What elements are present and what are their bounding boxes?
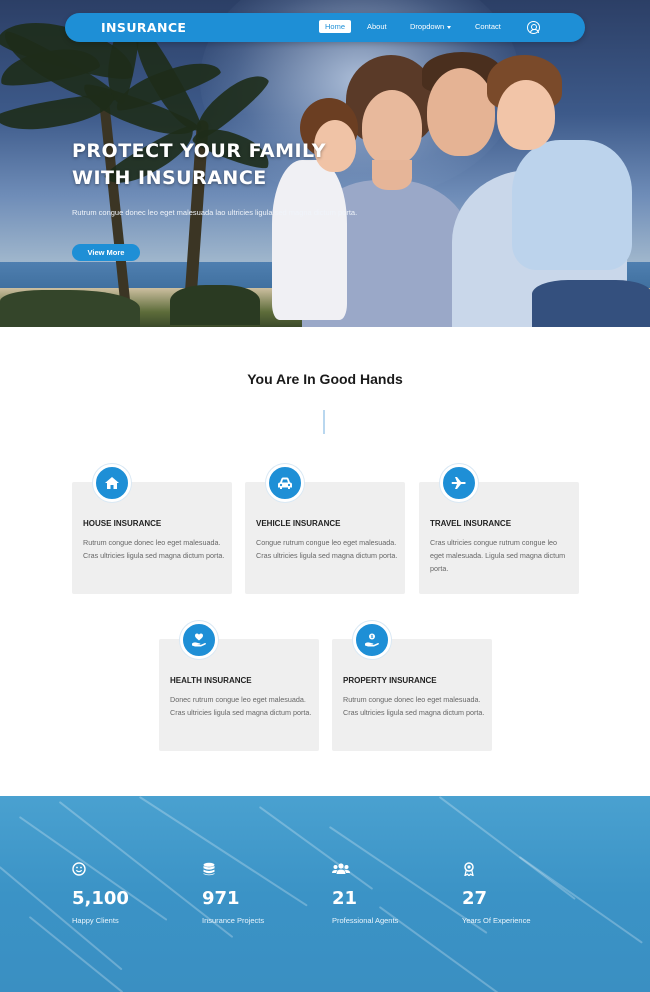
stat-label: Professional Agents bbox=[332, 916, 399, 925]
money-hand-icon: $ bbox=[353, 621, 391, 659]
hero-title: PROTECT YOUR FAMILY WITH INSURANCE bbox=[72, 138, 372, 192]
user-circle-icon[interactable] bbox=[527, 21, 540, 34]
stat-number: 5,100 bbox=[72, 888, 129, 909]
view-more-button[interactable]: View More bbox=[72, 244, 140, 261]
card-title: PROPERTY INSURANCE bbox=[343, 676, 437, 685]
hero-title-line1: PROTECT YOUR FAMILY bbox=[72, 140, 326, 162]
nav-about[interactable]: About bbox=[367, 22, 387, 31]
navbar: INSURANCE Home About Dropdown Contact bbox=[65, 13, 585, 42]
award-icon bbox=[464, 862, 474, 876]
car-icon bbox=[266, 464, 304, 502]
smile-icon bbox=[72, 862, 86, 876]
card-text: Rutrum congue donec leo eget malesuada. … bbox=[343, 695, 485, 717]
hero-banner: PROTECT YOUR FAMILY WITH INSURANCE Rutru… bbox=[0, 0, 650, 327]
card-title: VEHICLE INSURANCE bbox=[256, 519, 341, 528]
stat-label: Insurance Projects bbox=[202, 916, 265, 925]
card-vehicle-insurance[interactable]: VEHICLE INSURANCE Congue rutrum congue l… bbox=[245, 464, 405, 594]
card-text: Cras ultricies congue rutrum congue leo … bbox=[430, 538, 566, 573]
card-house-insurance[interactable]: HOUSE INSURANCE Rutrum congue donec leo … bbox=[72, 464, 232, 594]
title-divider bbox=[323, 410, 325, 434]
database-icon bbox=[203, 862, 215, 876]
section-title: You Are In Good Hands bbox=[247, 371, 403, 387]
card-text: Rutrum congue donec leo eget malesuada. … bbox=[83, 538, 225, 560]
nav-dropdown-label: Dropdown bbox=[410, 22, 445, 31]
hero-subtitle: Rutrum congue donec leo eget malesuada l… bbox=[72, 208, 358, 217]
hero-title-line2: WITH INSURANCE bbox=[72, 167, 267, 189]
card-property-insurance[interactable]: $ PROPERTY INSURANCE Rutrum congue donec… bbox=[332, 621, 492, 751]
stat-number: 21 bbox=[332, 888, 358, 909]
card-health-insurance[interactable]: HEALTH INSURANCE Donec rutrum congue leo… bbox=[159, 621, 319, 751]
airplane-icon bbox=[440, 464, 478, 502]
nav-home[interactable]: Home bbox=[319, 20, 352, 33]
card-text: Congue rutrum congue leo eget malesuada.… bbox=[256, 538, 398, 560]
stat-number: 27 bbox=[462, 888, 488, 909]
heart-hand-icon bbox=[180, 621, 218, 659]
card-text: Donec rutrum congue leo eget malesuada. … bbox=[170, 695, 312, 717]
stat-label: Years Of Experience bbox=[462, 916, 531, 925]
card-title: TRAVEL INSURANCE bbox=[430, 519, 512, 528]
home-icon bbox=[93, 464, 131, 502]
card-title: HOUSE INSURANCE bbox=[83, 519, 162, 528]
caret-down-icon bbox=[447, 25, 452, 29]
card-travel-insurance[interactable]: TRAVEL INSURANCE Cras ultricies congue r… bbox=[419, 464, 579, 594]
users-icon bbox=[332, 863, 350, 874]
stat-number: 971 bbox=[202, 888, 240, 909]
brand-logo[interactable]: INSURANCE bbox=[101, 20, 186, 35]
nav-contact[interactable]: Contact bbox=[475, 22, 501, 31]
nav-dropdown[interactable]: Dropdown bbox=[410, 22, 452, 31]
card-title: HEALTH INSURANCE bbox=[170, 676, 252, 685]
stat-label: Happy Clients bbox=[72, 916, 119, 925]
